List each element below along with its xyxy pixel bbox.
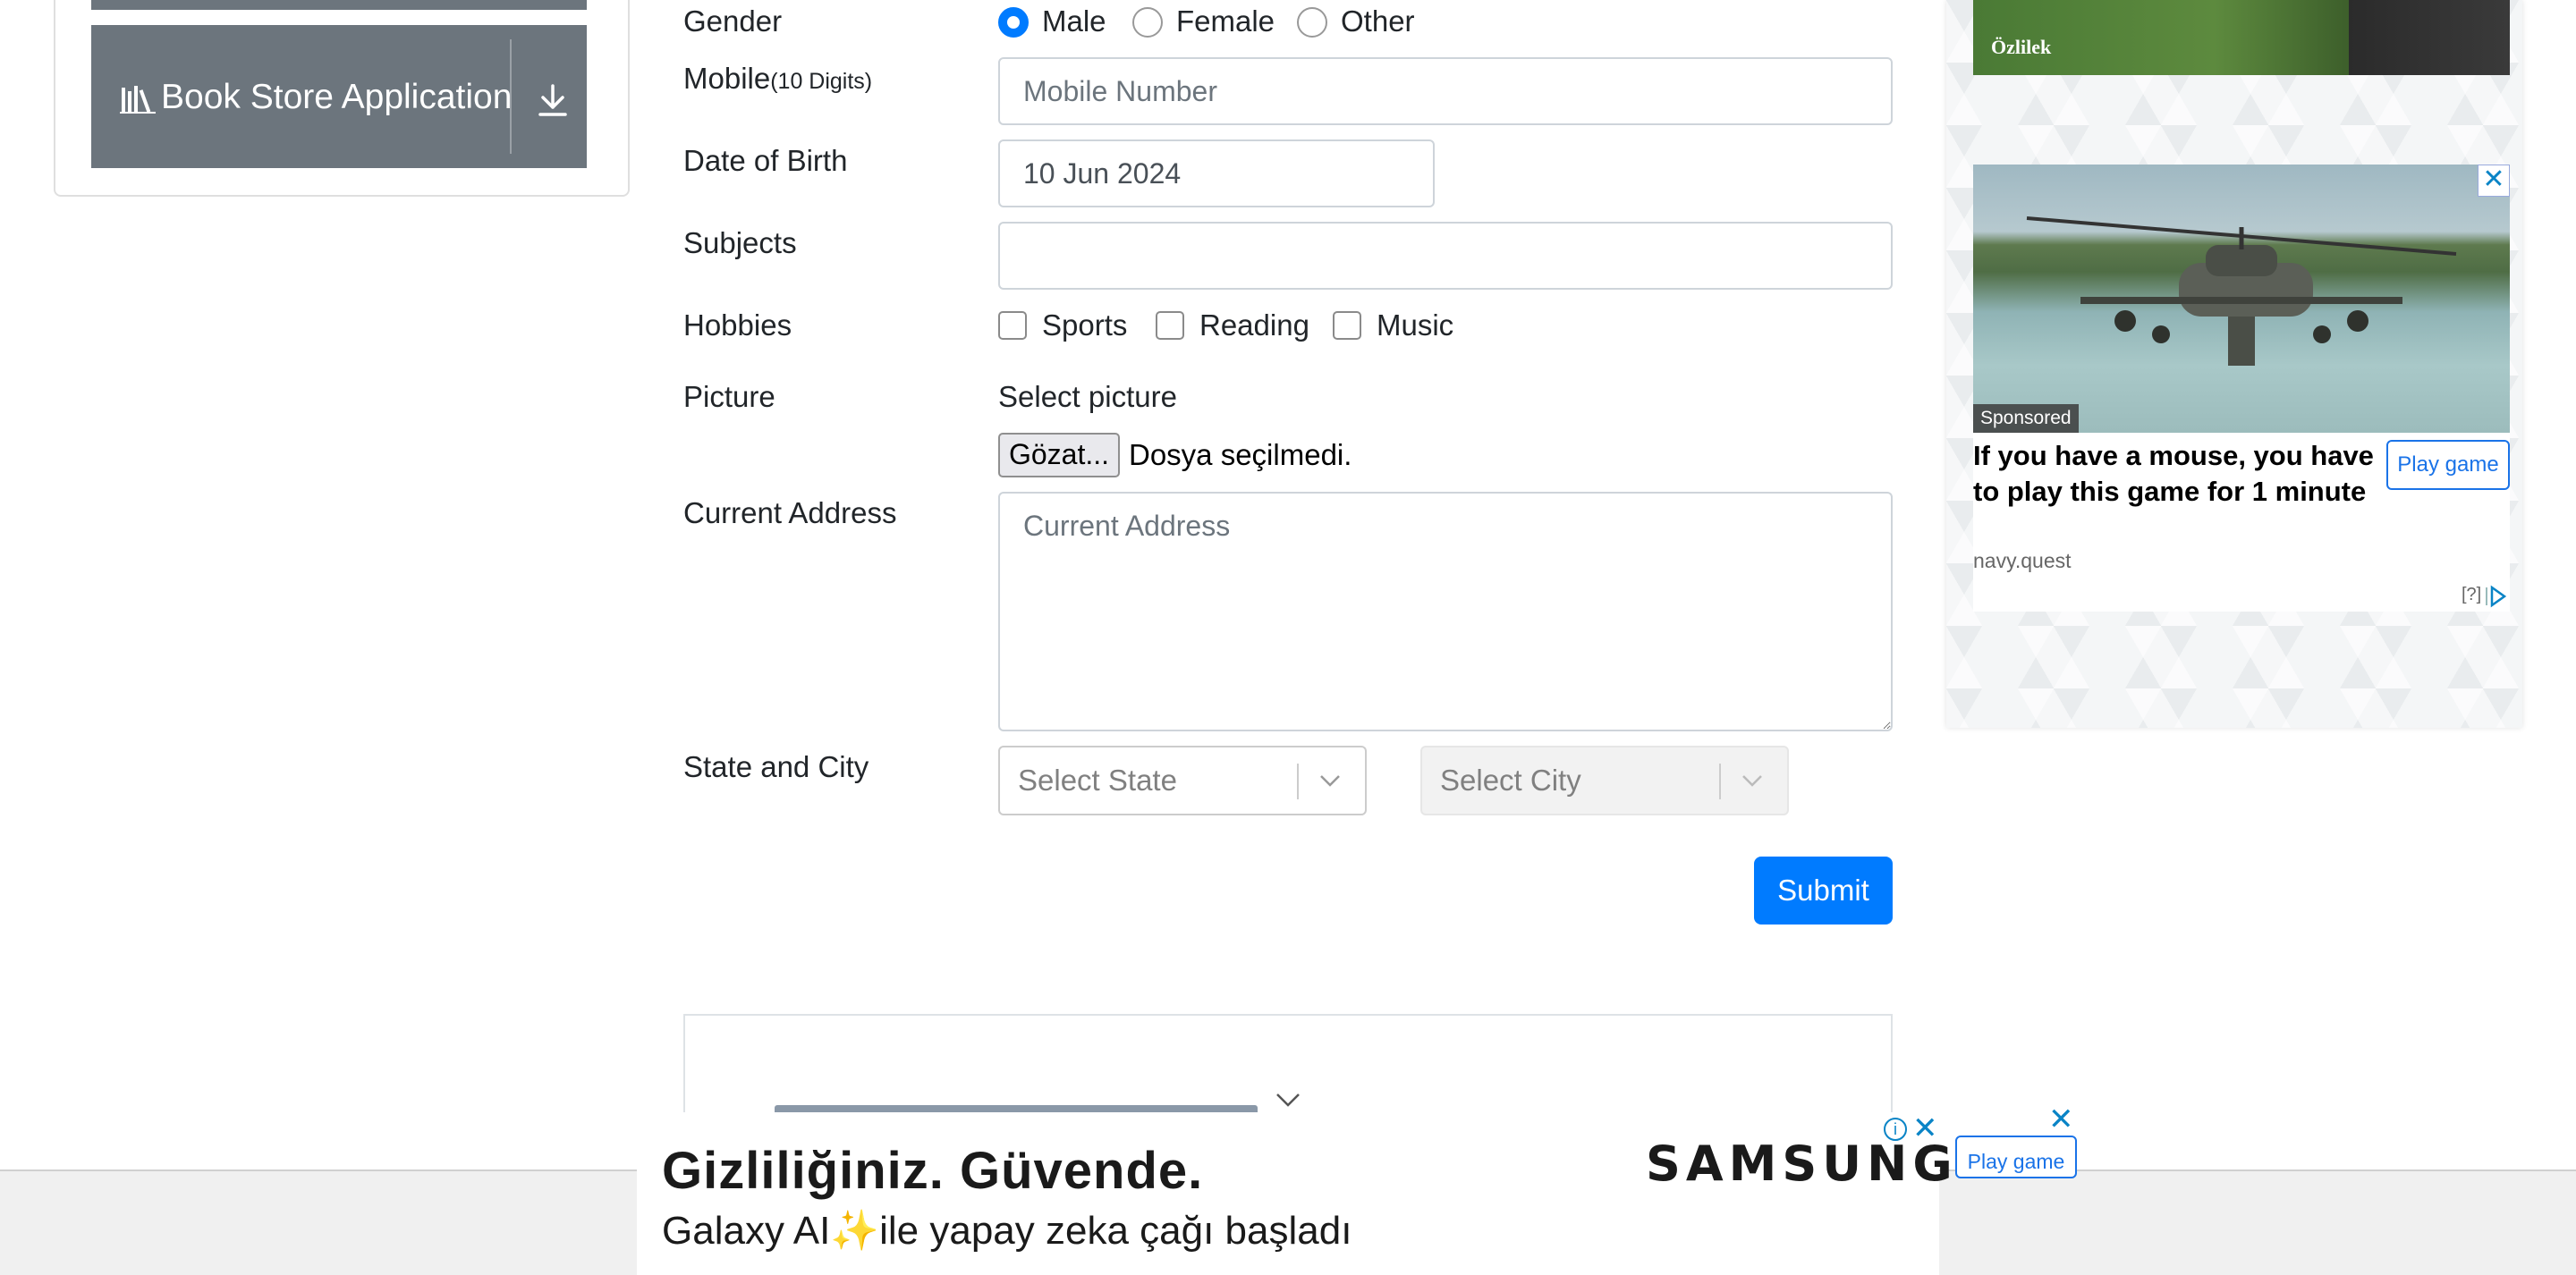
download-icon[interactable] [535, 82, 571, 118]
mobile-label-text: Mobile [683, 62, 771, 95]
sparkle-icon: ✨ [830, 1209, 880, 1253]
subjects-label: Subjects [683, 226, 797, 259]
hobbies-label: Hobbies [683, 308, 792, 342]
ad-side-image[interactable] [1973, 165, 2510, 433]
city-select[interactable]: Select City [1420, 746, 1789, 815]
sticky-ad-subtitle[interactable]: Galaxy AI✨ile yapay zeka çağı başladı [662, 1207, 1352, 1254]
mobile-number-input[interactable] [998, 57, 1893, 125]
select-picture-label: Select picture [998, 380, 1177, 413]
sticky-ad-title[interactable]: Gizliliğiniz. Güvende. [662, 1141, 1203, 1201]
city-select-separator [1719, 764, 1721, 799]
picture-label: Picture [683, 380, 775, 413]
sponsored-badge: Sponsored [1973, 404, 2079, 433]
sidebar-group-previous[interactable] [91, 0, 587, 10]
city-select-placeholder: Select City [1440, 764, 1581, 797]
sticky-ad-close-icon[interactable]: ✕ [1912, 1112, 1938, 1144]
subjects-input[interactable] [998, 222, 1893, 290]
file-browse-button[interactable]: Gözat... [998, 433, 1120, 477]
file-status-text: Dosya seçilmedi. [1129, 438, 1352, 471]
sticky-ad-subtitle-post: ile yapay zeka çağı başladı [879, 1209, 1352, 1253]
state-city-label: State and City [683, 750, 869, 783]
info-icon[interactable]: i [1884, 1118, 1907, 1141]
books-icon [120, 86, 156, 114]
state-select[interactable]: Select State [998, 746, 1367, 815]
gender-option-female-label[interactable]: Female [1176, 4, 1275, 39]
gender-option-other-label[interactable]: Other [1341, 4, 1415, 39]
hobby-checkbox-music[interactable] [1333, 311, 1361, 340]
ad-source[interactable]: navy.quest [1973, 549, 2072, 573]
sidebar-group-book-store[interactable]: Book Store Application [91, 25, 587, 168]
submit-button[interactable]: Submit [1754, 857, 1893, 925]
current-address-label: Current Address [683, 496, 897, 529]
hobby-music-label[interactable]: Music [1377, 308, 1453, 343]
ad-play-game-button[interactable]: Play game [2386, 440, 2510, 490]
date-of-birth-input[interactable]: 10 Jun 2024 [998, 139, 1435, 207]
floating-play-game-button[interactable]: Play game [1955, 1136, 2077, 1178]
hobby-checkbox-reading[interactable] [1156, 311, 1184, 340]
state-select-separator [1297, 764, 1299, 799]
gender-radio-male[interactable] [998, 7, 1029, 38]
helicopter-image [2026, 216, 2457, 366]
samsung-logo[interactable]: SAMSUNG [1646, 1136, 1958, 1192]
sidebar-group-label: Book Store Application [161, 78, 513, 116]
gender-radio-other[interactable] [1297, 7, 1327, 38]
adchoices-icon[interactable] [2485, 585, 2508, 608]
ad-help-link[interactable]: [?] [2462, 585, 2481, 605]
state-select-placeholder: Select State [1018, 764, 1177, 797]
ad-close-icon[interactable]: ✕ [2478, 165, 2510, 197]
hobby-checkbox-sports[interactable] [998, 311, 1027, 340]
ad-top-banner-brand: Özlilek [1991, 36, 2052, 58]
mobile-label: Mobile(10 Digits) [683, 61, 872, 99]
sticky-ad-subtitle-pre: Galaxy AI [662, 1209, 831, 1253]
floating-ad-close-icon[interactable]: ✕ [2048, 1103, 2074, 1136]
ad-headline[interactable]: If you have a mouse, you have to play th… [1973, 438, 2385, 510]
mobile-label-hint: (10 Digits) [770, 69, 873, 94]
chevron-down-icon[interactable] [1315, 765, 1345, 796]
date-of-birth-label: Date of Birth [683, 144, 848, 177]
hobby-sports-label[interactable]: Sports [1042, 308, 1127, 343]
hobby-reading-label[interactable]: Reading [1199, 308, 1309, 343]
chevron-down-icon[interactable] [1737, 765, 1767, 796]
current-address-textarea[interactable] [998, 492, 1893, 731]
gender-radio-female[interactable] [1132, 7, 1163, 38]
ad-top-banner-image[interactable]: Özlilek [1973, 0, 2510, 75]
gender-label: Gender [683, 4, 783, 38]
gender-option-male-label[interactable]: Male [1042, 4, 1106, 39]
sidebar-group-divider [510, 39, 512, 154]
